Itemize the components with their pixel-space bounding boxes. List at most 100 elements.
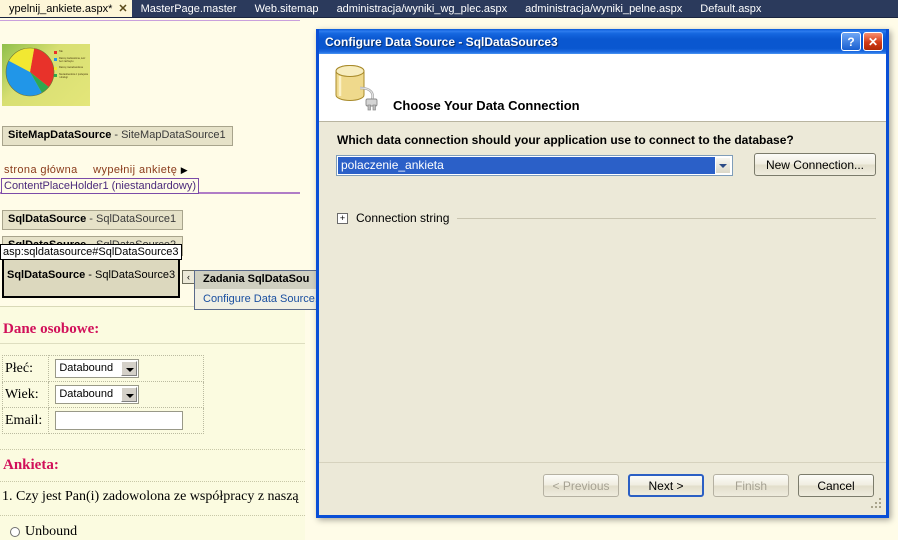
label-plec: Płeć: — [1, 355, 50, 382]
data-connection-combobox[interactable]: polaczenie_ankieta — [336, 155, 733, 176]
tab-web-sitemap[interactable]: Web.sitemap — [245, 0, 328, 17]
next-button[interactable]: Next > — [628, 474, 704, 497]
chevron-down-icon[interactable] — [121, 387, 138, 402]
form-row-wiek: Wiek: Databound — [1, 381, 205, 408]
finish-label: Finish — [734, 478, 767, 493]
tab-label: MasterPage.master — [140, 2, 237, 15]
new-connection-button[interactable]: New Connection... — [754, 153, 876, 176]
pie-chart-svg — [5, 47, 55, 97]
section-divider — [0, 343, 305, 344]
connection-string-label: Connection string — [356, 211, 450, 225]
previous-button[interactable]: < Previous — [543, 474, 619, 497]
data-connection-selected-value: polaczenie_ankieta — [338, 157, 716, 174]
page-content-region: Dane osobowe: Płeć: Databound Wiek: Data… — [0, 306, 305, 540]
control-tag-sqldatasource1[interactable]: SqlDataSource - SqlDataSource1 — [2, 210, 184, 230]
chevron-down-icon[interactable] — [121, 361, 138, 376]
control-tag-sqldatasource3[interactable]: SqlDataSource - SqlDataSource3 — [2, 258, 180, 298]
breadcrumb[interactable]: strona główna wypełnij ankietę ▶ — [4, 164, 188, 176]
control-sep: - — [111, 129, 122, 141]
control-tag-sitemapdatasource[interactable]: SiteMapDataSource - SiteMapDataSource1 — [2, 126, 233, 146]
wizard-button-row: < Previous Next > Finish Cancel — [543, 474, 874, 497]
control-type: SqlDataSource — [8, 213, 87, 225]
close-icon[interactable]: ✕ — [118, 2, 127, 15]
database-connection-icon — [335, 65, 378, 111]
legend-label: Raczej niezadowolona — [59, 66, 83, 69]
survey-question-1: 1. Czy jest Pan(i) zadowolona ze współpr… — [2, 489, 299, 504]
label-email: Email: — [1, 407, 50, 434]
help-icon[interactable]: ? — [841, 32, 861, 51]
content-divider — [0, 481, 305, 482]
top-divider — [0, 20, 300, 21]
cancel-button[interactable]: Cancel — [798, 474, 874, 497]
breadcrumb-gap — [81, 164, 93, 176]
content-divider — [0, 515, 305, 516]
field-email — [48, 407, 205, 434]
radio-label: Unbound — [25, 524, 78, 539]
connection-string-section[interactable]: + Connection string — [337, 211, 876, 225]
control-type: SqlDataSource — [7, 269, 86, 281]
dialog-header: Choose Your Data Connection — [319, 54, 886, 122]
control-sep: - — [86, 213, 97, 225]
email-input[interactable] — [55, 411, 184, 430]
tab-wypelnij-ankiete[interactable]: ypelnij_ankiete.aspx* ✕ — [0, 0, 132, 17]
tab-masterpage[interactable]: MasterPage.master — [131, 0, 246, 17]
new-connection-label: New Connection... — [765, 157, 865, 172]
radio-icon[interactable] — [10, 527, 20, 537]
radio-option-unbound[interactable]: Unbound — [10, 524, 77, 540]
control-id: SiteMapDataSource1 — [121, 129, 226, 141]
wiek-dropdown-value: Databound — [59, 388, 114, 400]
contentplaceholder-label[interactable]: ContentPlaceHolder1 (niestandardowy) — [1, 178, 199, 194]
tab-wyniki-wg-plec[interactable]: administracja/wyniki_wg_plec.aspx — [327, 0, 517, 17]
control-tag-text: SqlDataSource - SqlDataSource3 — [7, 269, 175, 281]
tab-label: ypelnij_ankiete.aspx* — [9, 2, 113, 15]
configure-data-source-dialog[interactable]: Configure Data Source - SqlDataSource3 ?… — [316, 29, 889, 518]
resize-grip[interactable] — [871, 498, 883, 510]
next-label: Next > — [648, 478, 684, 493]
content-divider — [0, 449, 305, 450]
plec-dropdown[interactable]: Databound — [55, 359, 140, 378]
editor-tab-strip: ypelnij_ankiete.aspx* ✕ MasterPage.maste… — [0, 0, 898, 18]
smart-tag-panel[interactable]: Zadania SqlDataSou Configure Data Source… — [194, 270, 324, 310]
chevron-right-icon: ▶ — [180, 165, 189, 175]
legend-label: Raczej zadowolona, lecz bez zachwytu — [59, 57, 86, 63]
control-id: SqlDataSource1 — [96, 213, 177, 225]
control-type: SiteMapDataSource — [8, 129, 112, 141]
connection-question-label: Which data connection should your applic… — [337, 133, 794, 147]
tab-label: administracja/wyniki_pelne.aspx — [525, 2, 683, 15]
legend-swatch — [54, 58, 57, 61]
legend-swatch — [54, 67, 57, 70]
tab-wyniki-pelne[interactable]: administracja/wyniki_pelne.aspx — [516, 0, 692, 17]
dialog-footer: < Previous Next > Finish Cancel — [319, 462, 886, 512]
smart-tag-configure-link[interactable]: Configure Data Source. — [195, 289, 323, 305]
tab-label: Default.aspx — [700, 2, 762, 15]
field-plec: Databound — [48, 355, 205, 382]
form-row-plec: Płeć: Databound — [1, 355, 205, 382]
control-sep: - — [85, 269, 96, 281]
dialog-titlebar[interactable]: Configure Data Source - SqlDataSource3 ?… — [319, 29, 886, 54]
smart-tag-title: Zadania SqlDataSou — [195, 271, 323, 289]
selection-tag-badge: asp:sqldatasource#SqlDataSource3 — [0, 244, 182, 260]
titlebar-buttons: ? ✕ — [841, 32, 883, 51]
pie-chart-image[interactable]: Tak Raczej zadowolona, lecz bez zachwytu… — [2, 44, 90, 106]
dialog-title: Configure Data Source - SqlDataSource3 — [325, 34, 558, 49]
previous-label: < Previous — [552, 478, 610, 493]
dialog-subtitle: Choose Your Data Connection — [393, 98, 580, 113]
breadcrumb-home[interactable]: strona główna — [4, 164, 78, 176]
breadcrumb-current[interactable]: wypełnij ankietę — [93, 164, 177, 176]
dialog-body: Which data connection should your applic… — [319, 123, 886, 512]
chevron-down-icon[interactable] — [715, 157, 731, 174]
dane-osobowe-heading: Dane osobowe: — [3, 321, 100, 337]
expander-plus-icon[interactable]: + — [337, 212, 348, 224]
finish-button[interactable]: Finish — [713, 474, 789, 497]
tab-label: administracja/wyniki_wg_plec.aspx — [336, 2, 508, 15]
personal-data-form: Płeć: Databound Wiek: Databound Email: — [1, 355, 205, 434]
legend-label: Tak — [59, 50, 63, 53]
legend-swatch — [54, 74, 57, 77]
cancel-label: Cancel — [817, 478, 855, 493]
pie-chart-legend: Tak Raczej zadowolona, lecz bez zachwytu… — [54, 50, 88, 82]
tab-label: Web.sitemap — [254, 2, 319, 15]
close-icon[interactable]: ✕ — [863, 32, 883, 51]
wiek-dropdown[interactable]: Databound — [55, 385, 140, 404]
ankieta-heading: Ankieta: — [3, 457, 59, 473]
tab-default-aspx[interactable]: Default.aspx — [691, 0, 771, 17]
